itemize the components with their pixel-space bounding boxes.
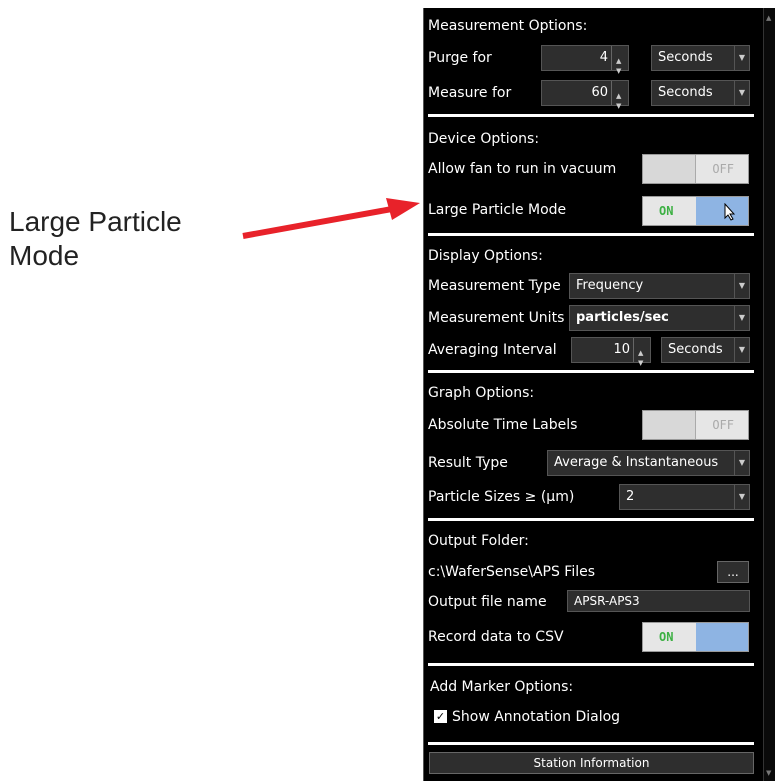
absolute-time-toggle[interactable]: OFF: [642, 410, 749, 440]
toggle-knob: [696, 197, 748, 225]
measure-unit-select[interactable]: Seconds ▼: [651, 80, 750, 106]
output-folder-path: c:\WaferSense\APS Files: [428, 564, 596, 580]
record-csv-label: Record data to CSV: [428, 629, 564, 645]
output-file-name-input[interactable]: APSR-APS3: [567, 590, 750, 612]
output-folder-heading: Output Folder:: [428, 533, 529, 549]
averaging-unit-value: Seconds: [668, 342, 723, 357]
chevron-down-icon: ▼: [734, 274, 749, 298]
fan-toggle[interactable]: OFF: [642, 154, 749, 184]
measurement-type-select[interactable]: Frequency ▼: [569, 273, 750, 299]
absolute-time-toggle-state: OFF: [712, 418, 734, 432]
chevron-down-icon: ▼: [734, 306, 749, 330]
purge-label: Purge for: [428, 50, 492, 66]
chevron-down-icon: ▼: [734, 338, 749, 362]
device-options-heading: Device Options:: [428, 131, 540, 147]
result-type-select[interactable]: Average & Instantaneous ▼: [547, 450, 750, 476]
measurement-type-value: Frequency: [576, 278, 644, 293]
divider: [428, 742, 754, 745]
divider: [428, 518, 754, 521]
purge-spinner[interactable]: ▲ ▼: [611, 46, 628, 75]
measure-value: 60: [591, 85, 608, 100]
particle-sizes-value: 2: [626, 489, 635, 504]
chevron-down-icon: ▼: [734, 451, 749, 475]
averaging-spinner[interactable]: ▲ ▼: [633, 338, 650, 367]
output-file-name-label: Output file name: [428, 594, 547, 610]
measurement-options-heading: Measurement Options:: [428, 18, 588, 34]
result-type-label: Result Type: [428, 455, 508, 471]
measure-spinner[interactable]: ▲ ▼: [611, 81, 628, 110]
scroll-up-icon[interactable]: ▲: [766, 14, 771, 22]
particle-sizes-select[interactable]: 2 ▼: [619, 484, 750, 510]
divider: [428, 114, 754, 117]
divider: [428, 663, 754, 666]
purge-unit-select[interactable]: Seconds ▼: [651, 45, 750, 71]
measurement-units-select[interactable]: particles/sec ▼: [569, 305, 750, 331]
measurement-units-value: particles/sec: [576, 310, 669, 325]
scroll-down-icon[interactable]: ▼: [766, 769, 771, 777]
measure-unit-value: Seconds: [658, 85, 713, 100]
add-marker-options-heading: Add Marker Options:: [430, 679, 574, 695]
particle-sizes-label: Particle Sizes ≥ (µm): [428, 489, 575, 505]
vertical-scrollbar[interactable]: ▲ ▼: [763, 8, 775, 781]
measure-label: Measure for: [428, 85, 512, 101]
annotation-checkbox[interactable]: ✓: [434, 710, 447, 723]
toggle-knob: [643, 411, 696, 439]
large-particle-label: Large Particle Mode: [428, 202, 567, 218]
large-particle-toggle-state: ON: [659, 204, 674, 218]
toggle-knob: [696, 623, 748, 651]
browse-button[interactable]: ...: [717, 561, 749, 583]
measure-input[interactable]: 60 ▲ ▼: [541, 80, 629, 110]
averaging-interval-value: 10: [613, 342, 630, 357]
measurement-type-label: Measurement Type: [428, 278, 561, 294]
toggle-knob: [643, 155, 696, 183]
absolute-time-label: Absolute Time Labels: [428, 417, 578, 433]
record-csv-toggle-state: ON: [659, 630, 674, 644]
record-csv-toggle[interactable]: ON: [642, 622, 749, 652]
graph-options-heading: Graph Options:: [428, 385, 535, 401]
settings-panel: Measurement Options: Purge for 4 ▲ ▼ Seco…: [423, 8, 764, 781]
chevron-down-icon: ▼: [734, 46, 749, 70]
purge-value: 4: [599, 50, 608, 65]
display-options-heading: Display Options:: [428, 248, 543, 264]
measurement-units-label: Measurement Units: [428, 310, 565, 326]
station-information-button[interactable]: Station Information: [429, 752, 754, 774]
mouse-cursor-icon: [724, 203, 736, 221]
annotation-checkbox-label: Show Annotation Dialog: [452, 709, 621, 725]
purge-input[interactable]: 4 ▲ ▼: [541, 45, 629, 75]
chevron-down-icon: ▼: [734, 81, 749, 105]
chevron-down-icon: ▼: [734, 485, 749, 509]
callout-label: Large Particle Mode: [9, 206, 182, 271]
averaging-interval-label: Averaging Interval: [428, 342, 557, 358]
large-particle-toggle[interactable]: ON: [642, 196, 749, 226]
fan-toggle-state: OFF: [712, 162, 734, 176]
purge-unit-value: Seconds: [658, 50, 713, 65]
averaging-interval-input[interactable]: 10 ▲ ▼: [571, 337, 651, 367]
fan-label: Allow fan to run in vacuum: [428, 161, 617, 177]
divider: [428, 370, 754, 373]
averaging-unit-select[interactable]: Seconds ▼: [661, 337, 750, 363]
result-type-value: Average & Instantaneous: [554, 455, 719, 470]
divider: [428, 233, 754, 236]
